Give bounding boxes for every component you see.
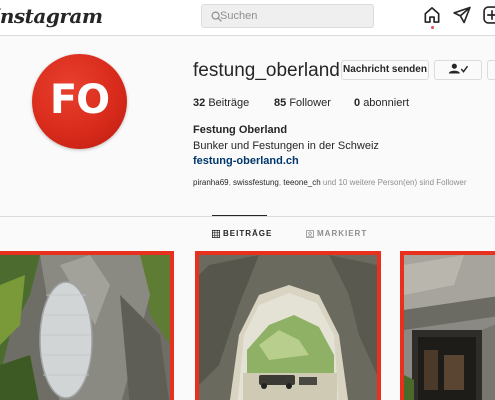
follower-name-link[interactable]: piranha69	[193, 178, 229, 187]
tab-tagged[interactable]: MARKIERT	[306, 229, 367, 238]
tab-posts-label: BEITRÄGE	[223, 229, 273, 238]
post-thumbnail[interactable]	[0, 251, 174, 400]
following-count: 0	[354, 97, 361, 109]
follower-name-link[interactable]: swissfestung	[233, 178, 279, 187]
add-post-icon[interactable]	[482, 5, 495, 25]
more-options-button[interactable]	[487, 60, 495, 80]
search-input[interactable]	[220, 7, 370, 25]
search-box[interactable]	[201, 4, 374, 28]
followers-stat[interactable]: 85 Follower	[274, 97, 331, 109]
home-icon[interactable]	[422, 5, 442, 25]
post-image-bunker-door	[0, 255, 170, 400]
instagram-logo[interactable]: Instagram	[0, 4, 103, 28]
followed-by-text: piranha69, swissfestung, teeone_ch und 1…	[193, 178, 467, 187]
post-thumbnail[interactable]	[400, 251, 495, 400]
profile-website-link[interactable]: festung-oberland.ch	[193, 155, 299, 167]
follow-person-icon	[448, 63, 468, 74]
active-tab-indicator	[212, 215, 267, 216]
following-stat[interactable]: 0 abonniert	[354, 97, 409, 109]
profile-avatar[interactable]: FO	[32, 54, 127, 149]
tagged-icon	[306, 230, 314, 238]
direct-message-icon[interactable]	[452, 5, 472, 25]
profile-username: festung_oberland	[193, 60, 340, 81]
top-navigation-bar: Instagram	[0, 0, 495, 36]
tab-posts[interactable]: BEITRÄGE	[212, 229, 272, 238]
following-label: abonniert	[363, 97, 410, 109]
tab-tagged-label: MARKIERT	[317, 229, 368, 238]
post-image-fortress-drawing	[199, 255, 377, 400]
posts-stat[interactable]: 32 Beiträge	[193, 97, 249, 109]
followers-label: Follower	[289, 97, 331, 109]
tabs-divider	[0, 216, 495, 217]
post-thumbnail[interactable]	[195, 251, 381, 400]
post-image-bunker-entrance	[404, 255, 495, 400]
avatar-logo-text: FO	[49, 77, 110, 123]
follower-name-link[interactable]: teeone_ch	[283, 178, 320, 187]
grid-icon	[212, 230, 220, 238]
posts-label: Beiträge	[208, 97, 250, 109]
profile-bio: Bunker und Festungen in der Schweiz	[193, 140, 379, 152]
posts-count: 32	[193, 97, 206, 109]
followed-by-suffix: und 10 weitere Person(en) sind Follower	[320, 178, 467, 187]
send-message-button[interactable]: Nachricht senden	[341, 60, 429, 80]
followers-count: 85	[274, 97, 287, 109]
following-button[interactable]	[434, 60, 482, 80]
profile-full-name: Festung Oberland	[193, 124, 288, 136]
notification-dot	[431, 26, 434, 29]
